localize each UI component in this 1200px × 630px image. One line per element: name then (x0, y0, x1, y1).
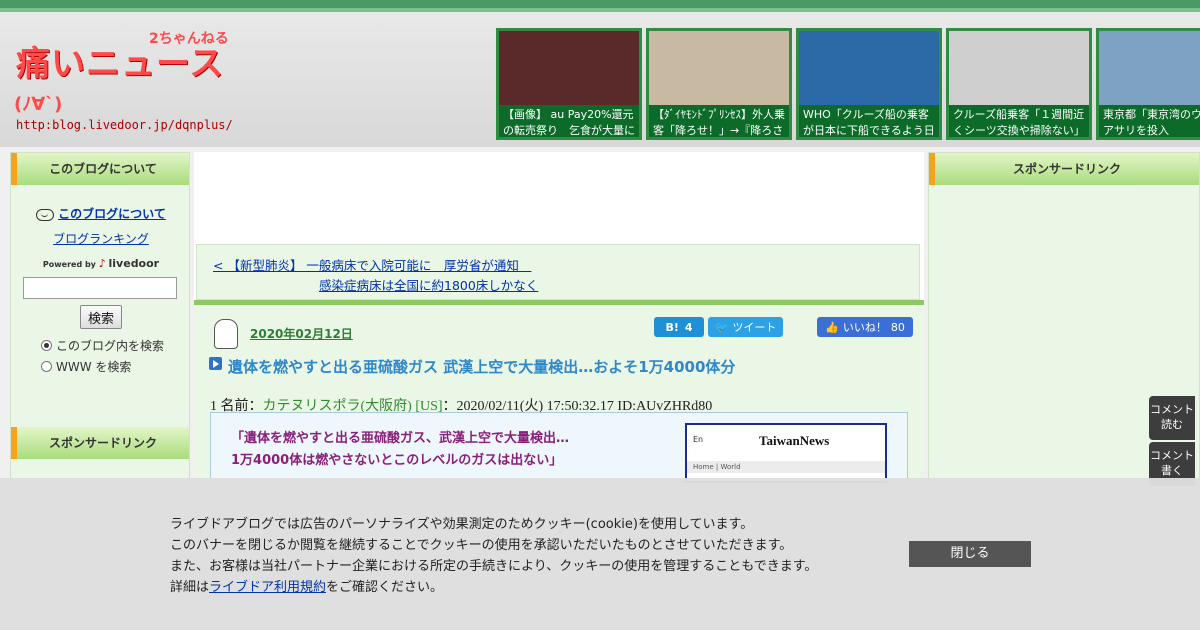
like-count: 80 (890, 320, 905, 334)
prev-article-link-cont[interactable]: 感染症病床は全国に約1800床しかなく (319, 275, 538, 294)
powered-by-livedoor[interactable]: Powered by ♪ livedoor (11, 257, 191, 270)
play-icon (209, 357, 222, 370)
logo-url: http:blog.livedoor.jp/dqnplus/ (16, 118, 233, 132)
sponsor-heading: スポンサードリンク (11, 427, 189, 459)
quote-box: 「遺体を燃やすと出る亜硫酸ガス、武漢上空で大量検出… 1万4000体は燃やさない… (210, 412, 908, 483)
headline-thumb-3[interactable]: WHO「クルーズ船の乗客が日本に下船できるよう日 (796, 28, 942, 140)
sponsor-heading-right: スポンサードリンク (929, 153, 1199, 185)
thumb-caption: WHO「クルーズ船の乗客が日本に下船できるよう日 (799, 105, 939, 137)
news-screenshot[interactable]: En TaiwanNews Home | World (685, 423, 887, 483)
close-banner-button[interactable]: 閉じる (909, 541, 1031, 567)
radio-unselected[interactable] (41, 361, 52, 372)
thumbs-up-icon: 👍 (825, 320, 839, 334)
thumb-caption: クルーズ船乗客「１週間近くシーツ交換や掃除ない」 (949, 105, 1089, 137)
site-logo[interactable]: 2ちゃんねる 痛いニュース (ﾉ∀`) http:blog.livedoor.j… (14, 28, 234, 138)
radio-selected[interactable] (41, 340, 52, 351)
news-breadcrumb: Home | World (687, 461, 885, 473)
cookie-banner: ライブドアブログでは広告のパーソナライズや効果測定のためクッキー(cookie)… (0, 478, 1200, 630)
news-nav: En (693, 435, 704, 444)
like-label: いいね！ (842, 321, 887, 334)
thumb-image (499, 31, 639, 105)
radio-search-www[interactable]: WWW を検索 (41, 358, 131, 375)
about-link-row: このブログについて (11, 205, 191, 222)
prev-article-box: < 【新型肺炎】 一般病床で入院可能に 厚労省が通知 感染症病床は全国に約180… (196, 244, 920, 300)
site-header: 2ちゃんねる 痛いニュース (ﾉ∀`) http:blog.livedoor.j… (0, 0, 1200, 147)
article: 2020年02月12日 B! 4 🐦 ツイート 👍 いいね！ 80 遺体を燃やす… (194, 305, 924, 485)
thumb-image (949, 31, 1089, 105)
facebook-like-button[interactable]: 👍 いいね！ 80 (817, 317, 913, 337)
cookie-line-4-suffix: をご確認ください。 (326, 580, 444, 595)
about-heading: このブログについて (11, 153, 189, 185)
headline-thumb-5[interactable]: 東京都「東京湾のウ対策にアサリを投入 (1096, 28, 1200, 140)
logo-title: 痛いニュース (16, 44, 225, 84)
cookie-line-2: このバナーを閉じるか閲覧を継続することでクッキーの使用を承認いただいたものとさせ… (170, 538, 793, 553)
about-link[interactable]: このブログについて (58, 207, 166, 221)
headline-thumb-4[interactable]: クルーズ船乗客「１週間近くシーツ交換や掃除ない」 (946, 28, 1092, 140)
hatena-count: 4 (684, 320, 693, 334)
headline-thumb-1[interactable]: 【画像】 au Pay20%還元の転売祭り 乞食が大量に (496, 28, 642, 140)
cookie-line-4-prefix: 詳細は (170, 580, 210, 595)
tweet-button[interactable]: 🐦 ツイート (708, 317, 783, 337)
article-date[interactable]: 2020年02月12日 (250, 325, 353, 342)
author-icon (214, 319, 238, 349)
thumb-caption: 【ﾀﾞｲﾔﾓﾝﾄﾞﾌﾟﾘﾝｾｽ】外人乗客「降ろせ！」→『降ろさ (649, 105, 789, 137)
cookie-line-4: 詳細はライブドア利用規約をご確認ください。 (170, 577, 817, 598)
prev-article-link[interactable]: < 【新型肺炎】 一般病床で入院可能に 厚労省が通知 (213, 255, 531, 274)
search-input[interactable] (23, 277, 177, 299)
thumb-caption: 【画像】 au Pay20%還元の転売祭り 乞食が大量に (499, 105, 639, 137)
tweet-label: ツイート (732, 321, 777, 334)
thumb-caption: 東京都「東京湾のウ対策にアサリを投入 (1099, 105, 1200, 137)
article-title[interactable]: 遺体を燃やすと出る亜硫酸ガス 武漢上空で大量検出…およそ1万4000体分 (228, 356, 735, 377)
quote-line-2: 1万4000体は燃やさないとこのレベルのガスは出ない」 (231, 453, 563, 468)
cookie-line-3: また、お客様は当社パートナー企業における所定の手続きにより、クッキーの使用を管理… (170, 559, 818, 574)
logo-face: (ﾉ∀`) (14, 94, 63, 115)
radio-label: このブログ内を検索 (56, 339, 165, 353)
hatena-bookmark-button[interactable]: B! 4 (654, 317, 704, 337)
radio-search-blog[interactable]: このブログ内を検索 (41, 337, 164, 354)
cookie-text: ライブドアブログでは広告のパーソナライズや効果測定のためクッキー(cookie)… (170, 514, 817, 598)
face-icon (36, 208, 55, 221)
headline-thumbnails: 【画像】 au Pay20%還元の転売祭り 乞食が大量に 【ﾀﾞｲﾔﾓﾝﾄﾞﾌﾟ… (496, 20, 1200, 142)
news-logo: TaiwanNews (759, 433, 830, 448)
powered-prefix: Powered by (42, 260, 96, 269)
powered-brand: livedoor (108, 257, 160, 270)
livedoor-icon: ♪ (98, 257, 106, 270)
headline-thumb-2[interactable]: 【ﾀﾞｲﾔﾓﾝﾄﾞﾌﾟﾘﾝｾｽ】外人乗客「降ろせ！」→『降ろさ (646, 28, 792, 140)
terms-link[interactable]: ライブドア利用規約 (209, 580, 326, 595)
thumb-image (649, 31, 789, 105)
left-sidebar: このブログについて このブログについて ブログランキング Powered by … (10, 152, 190, 482)
hatena-label: B! (665, 320, 679, 334)
main-content: < 【新型肺炎】 一般病床で入院可能に 厚労省が通知 感染症病床は全国に約180… (194, 152, 924, 485)
radio-label: WWW を検索 (56, 360, 132, 374)
ranking-link[interactable]: ブログランキング (11, 230, 191, 247)
cookie-line-1: ライブドアブログでは広告のパーソナライズや効果測定のためクッキー(cookie)… (170, 517, 754, 532)
search-button[interactable]: 検索 (80, 305, 122, 329)
thumb-image (799, 31, 939, 105)
read-comments-button[interactable]: コメント読む (1149, 396, 1195, 440)
quote-line-1: 「遺体を燃やすと出る亜硫酸ガス、武漢上空で大量検出… (231, 431, 570, 446)
thumb-image (1099, 31, 1200, 105)
bird-icon: 🐦 (714, 320, 729, 334)
